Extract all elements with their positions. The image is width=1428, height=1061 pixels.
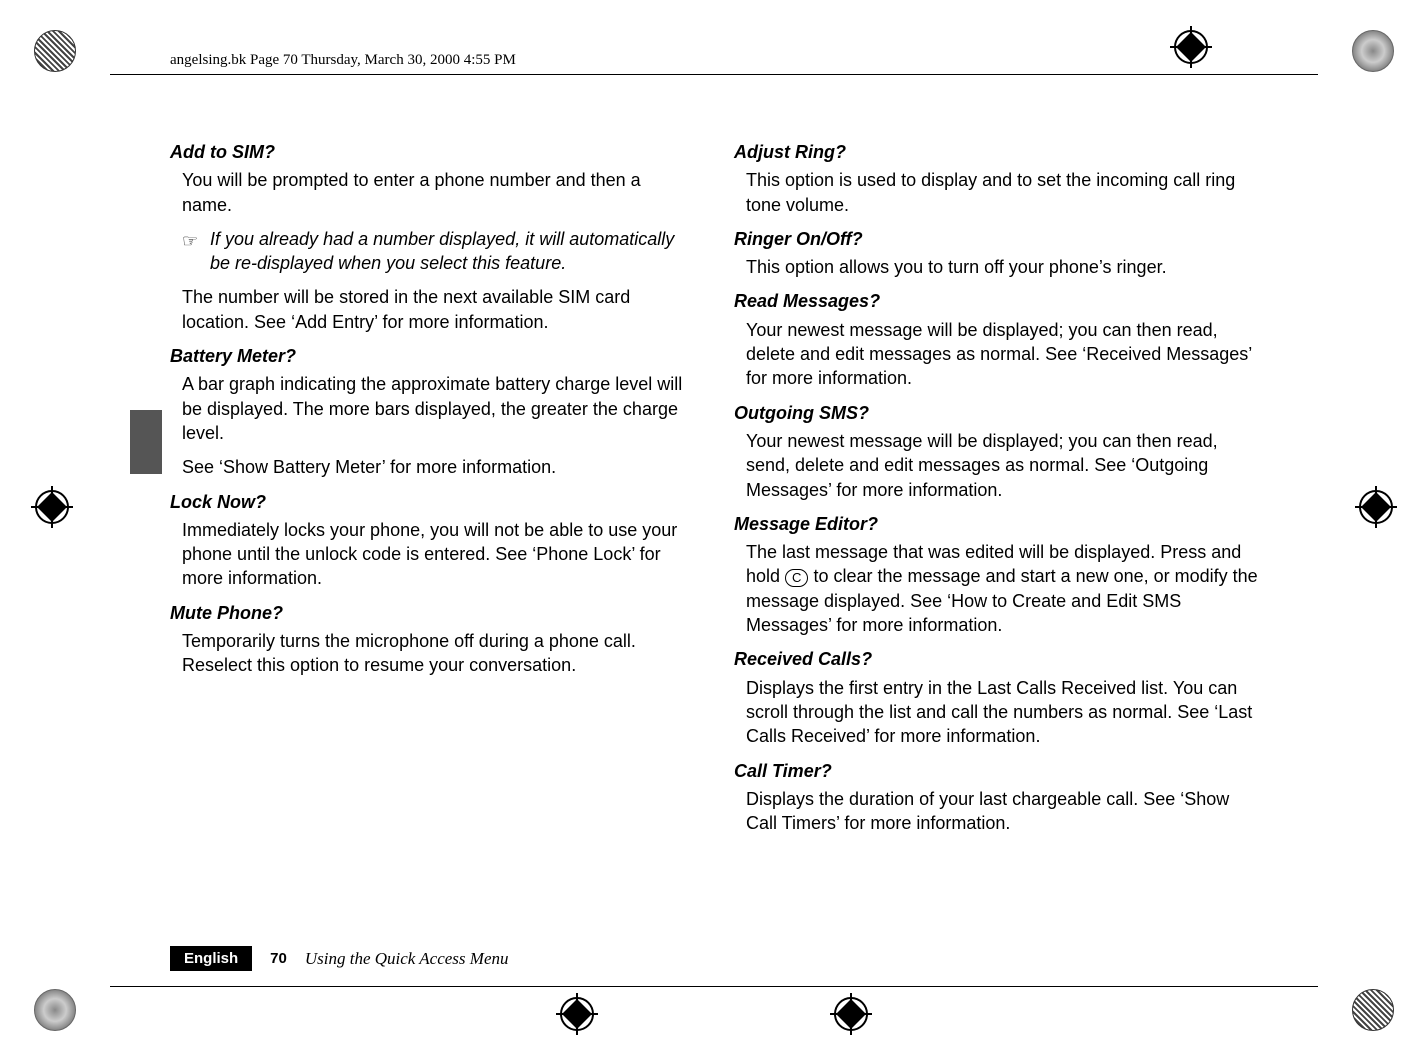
page-footer: English 70 Using the Quick Access Menu bbox=[170, 946, 1258, 971]
crosshair-icon bbox=[1174, 30, 1208, 64]
body-text: Your newest message will be displayed; y… bbox=[746, 429, 1258, 502]
section-read-messages: Read Messages? bbox=[734, 289, 1258, 313]
crop-line bbox=[110, 74, 1318, 75]
section-received-calls: Received Calls? bbox=[734, 647, 1258, 671]
hand-pointing-icon: ☞ bbox=[182, 229, 198, 253]
body-text: You will be prompted to enter a phone nu… bbox=[182, 168, 694, 217]
section-adjust-ring: Adjust Ring? bbox=[734, 140, 1258, 164]
print-mark-icon bbox=[1352, 989, 1394, 1031]
print-mark-icon bbox=[1352, 30, 1394, 72]
print-mark-icon bbox=[34, 989, 76, 1031]
left-column: Add to SIM? You will be prompted to ente… bbox=[170, 130, 694, 951]
body-text-part: to clear the message and start a new one… bbox=[746, 566, 1258, 635]
section-mute-phone: Mute Phone? bbox=[170, 601, 694, 625]
section-call-timer: Call Timer? bbox=[734, 759, 1258, 783]
footer-section-title: Using the Quick Access Menu bbox=[305, 949, 509, 969]
c-button-icon: C bbox=[785, 569, 808, 587]
crosshair-icon bbox=[834, 997, 868, 1031]
body-text: The number will be stored in the next av… bbox=[182, 285, 694, 334]
page-content: Add to SIM? You will be prompted to ente… bbox=[170, 130, 1258, 951]
body-text: Displays the duration of your last charg… bbox=[746, 787, 1258, 836]
body-text: Temporarily turns the microphone off dur… bbox=[182, 629, 694, 678]
footer-language: English bbox=[170, 946, 252, 971]
body-text: This option is used to display and to se… bbox=[746, 168, 1258, 217]
section-battery-meter: Battery Meter? bbox=[170, 344, 694, 368]
body-text: The last message that was edited will be… bbox=[746, 540, 1258, 637]
crosshair-icon bbox=[1359, 490, 1393, 524]
footer-page-number: 70 bbox=[270, 950, 287, 967]
side-tab bbox=[130, 410, 162, 474]
section-message-editor: Message Editor? bbox=[734, 512, 1258, 536]
crop-line bbox=[110, 986, 1318, 987]
section-outgoing-sms: Outgoing SMS? bbox=[734, 401, 1258, 425]
body-text: Immediately locks your phone, you will n… bbox=[182, 518, 694, 591]
body-text: See ‘Show Battery Meter’ for more inform… bbox=[182, 455, 694, 479]
section-lock-now: Lock Now? bbox=[170, 490, 694, 514]
body-text: This option allows you to turn off your … bbox=[746, 255, 1258, 279]
right-column: Adjust Ring? This option is used to disp… bbox=[734, 130, 1258, 951]
body-text: Your newest message will be displayed; y… bbox=[746, 318, 1258, 391]
body-text: A bar graph indicating the approximate b… bbox=[182, 372, 694, 445]
crosshair-icon bbox=[560, 997, 594, 1031]
note-body: If you already had a number displayed, i… bbox=[210, 229, 674, 273]
section-add-to-sim: Add to SIM? bbox=[170, 140, 694, 164]
header-filename: angelsing.bk Page 70 Thursday, March 30,… bbox=[170, 52, 516, 69]
section-ringer-onoff: Ringer On/Off? bbox=[734, 227, 1258, 251]
body-text: Displays the first entry in the Last Cal… bbox=[746, 676, 1258, 749]
print-mark-icon bbox=[34, 30, 76, 72]
note-text: ☞ If you already had a number displayed,… bbox=[210, 227, 694, 276]
crosshair-icon bbox=[35, 490, 69, 524]
